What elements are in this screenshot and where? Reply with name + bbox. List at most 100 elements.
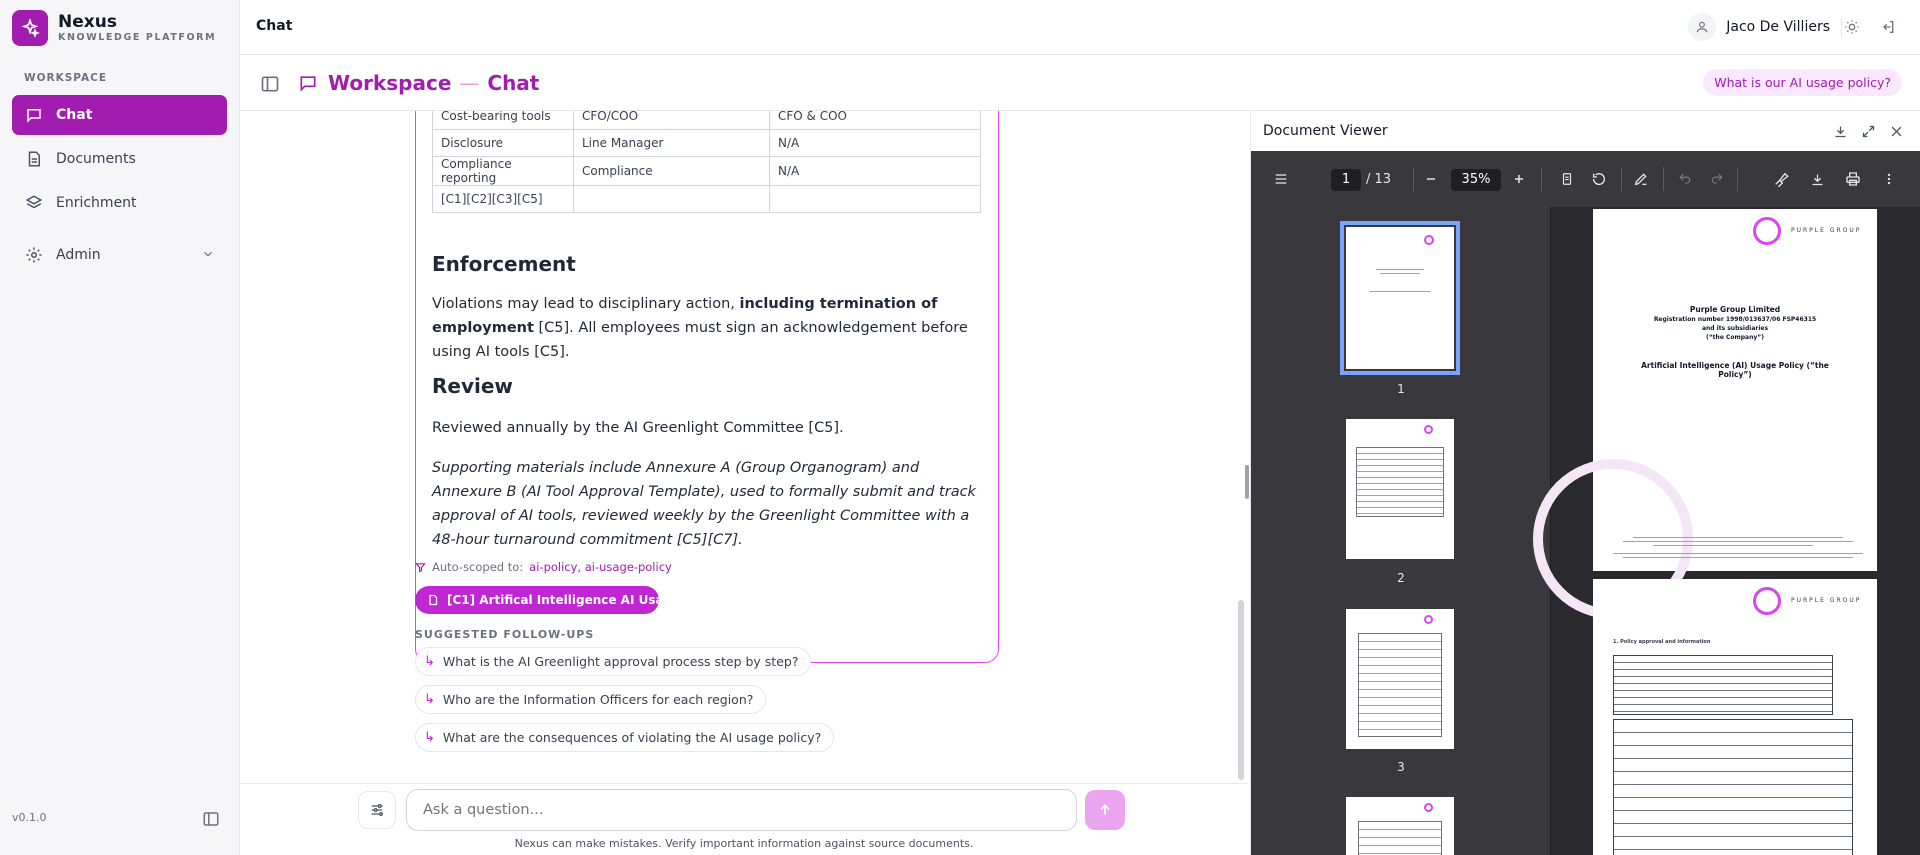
pdf-company-name: Purple Group Limited — [1689, 305, 1781, 314]
thumbnail-label: 2 — [1397, 571, 1405, 585]
followups-label: SUGGESTED FOLLOW-UPS — [415, 628, 595, 641]
panel-toggle-icon[interactable] — [260, 74, 280, 94]
table-cell: Line Manager — [573, 129, 770, 157]
layers-icon — [24, 193, 44, 213]
breadcrumb-workspace[interactable]: Workspace — [328, 71, 451, 95]
question-input[interactable] — [406, 789, 1077, 831]
page-total: / 13 — [1366, 172, 1392, 187]
sidebar-collapse-icon[interactable] — [202, 810, 220, 828]
divider — [1541, 167, 1542, 191]
logo-wordmark: PURPLE GROUP — [1791, 227, 1862, 234]
disclaimer: Nexus can make mistakes. Verify importan… — [514, 837, 974, 850]
document-viewer: Document Viewer 1 / 13 35% 1 2 3 PURPLE … — [1250, 111, 1920, 855]
followup-question[interactable]: ↳ Who are the Information Officers for e… — [415, 685, 767, 714]
undo-icon[interactable] — [1675, 169, 1695, 189]
purple-group-logo-icon — [1753, 217, 1781, 245]
page-fit-icon[interactable] — [1557, 169, 1577, 189]
more-vertical-icon[interactable] — [1879, 169, 1899, 189]
chat-scrollbar[interactable] — [1238, 600, 1244, 780]
close-icon[interactable] — [1887, 122, 1905, 140]
table-row: [C1][C2][C3][C5] — [432, 185, 981, 213]
purple-group-logo-icon — [1753, 587, 1781, 615]
arrow-up-icon — [1097, 802, 1113, 818]
sidebar-item-chat[interactable]: Chat — [12, 95, 227, 135]
thumbnail-label: 3 — [1397, 760, 1405, 774]
zoom-out-icon[interactable] — [1421, 169, 1441, 189]
followup-label: Who are the Information Officers for eac… — [442, 692, 754, 707]
sidebar-item-label: Enrichment — [56, 195, 137, 211]
chat-messages: Cost-bearing tools CFO/COO CFO & COO Dis… — [240, 111, 1248, 783]
page-thumbnail[interactable] — [1346, 609, 1454, 749]
draw-icon[interactable] — [1631, 169, 1651, 189]
download-icon[interactable] — [1807, 169, 1827, 189]
page-thumbnail[interactable] — [1340, 221, 1460, 375]
table-row: Cost-bearing tools CFO/COO CFO & COO — [432, 111, 981, 130]
text-line — [1623, 541, 1853, 542]
gear-icon — [24, 245, 44, 265]
print-icon[interactable] — [1843, 169, 1863, 189]
sidebar-item-documents[interactable]: Documents — [12, 139, 227, 179]
followup-question[interactable]: ↳ What are the consequences of violating… — [415, 723, 835, 752]
zoom-in-icon[interactable] — [1509, 169, 1529, 189]
followup-question[interactable]: ↳ What is the AI Greenlight approval pro… — [415, 647, 812, 676]
table-cell: CFO & COO — [769, 111, 981, 130]
text-line — [1633, 537, 1843, 538]
table-cell — [769, 185, 981, 213]
text-line — [1370, 291, 1430, 292]
topbar: Chat Jaco De Villiers — [240, 0, 1920, 55]
zoom-level[interactable]: 35% — [1451, 169, 1501, 191]
reply-arrow-icon: ↳ — [424, 730, 435, 745]
logout-icon[interactable] — [1878, 17, 1898, 37]
page-number-input[interactable]: 1 — [1331, 169, 1361, 191]
query-settings-button[interactable] — [358, 791, 396, 829]
sidebar-item-admin[interactable]: Admin — [12, 235, 227, 275]
redo-icon[interactable] — [1707, 169, 1727, 189]
theme-toggle-sun-icon[interactable] — [1842, 17, 1862, 37]
page-thumbnail[interactable] — [1346, 419, 1454, 559]
text-line — [1623, 557, 1853, 558]
user-icon — [1688, 13, 1717, 41]
auto-scope: Auto-scoped to: ai-policy, ai-usage-poli… — [415, 560, 672, 574]
pdf-policy-title: Artificial Intelligence (AI) Usage Polic… — [1641, 361, 1829, 379]
table-cell: CFO/COO — [573, 111, 770, 130]
pdf-page: PURPLE GROUP Purple Group Limited Regist… — [1533, 209, 1877, 619]
expand-icon[interactable] — [1859, 122, 1877, 140]
chat-icon — [298, 73, 318, 93]
user-menu[interactable]: Jaco De Villiers — [1688, 13, 1830, 41]
divider — [1413, 167, 1414, 191]
purple-group-logo-icon — [1424, 803, 1433, 812]
source-citation-chip[interactable]: [C1] Artifical Intelligence AI Usa... — [415, 586, 659, 614]
panel-resize-handle[interactable] — [1245, 465, 1249, 499]
text-line — [1380, 273, 1420, 274]
page-thumbnail[interactable] — [1346, 797, 1454, 855]
breadcrumb-separator: — — [459, 71, 480, 95]
sidebar-toggle-icon[interactable] — [1271, 169, 1291, 189]
send-button[interactable] — [1085, 790, 1125, 830]
rotate-icon[interactable] — [1589, 169, 1609, 189]
divider — [1621, 167, 1622, 191]
suggested-question-chip[interactable]: What is our AI usage policy? — [1703, 69, 1902, 96]
pdf-subsidiaries: and its subsidiaries — [1701, 325, 1769, 332]
reply-arrow-icon: ↳ — [424, 654, 435, 669]
pdf-section-heading: 1. Policy approval and information — [1613, 639, 1711, 645]
table-cell: [C1][C2][C3][C5] — [432, 185, 574, 213]
viewer-title: Document Viewer — [1263, 123, 1388, 139]
divider — [1737, 167, 1738, 191]
table-row: Disclosure Line Manager N/A — [432, 129, 981, 157]
brand-subtitle: KNOWLEDGE PLATFORM — [58, 32, 217, 43]
scope-label: Auto-scoped to: — [432, 560, 524, 574]
thumbnail-label: 1 — [1397, 382, 1405, 396]
download-icon[interactable] — [1831, 122, 1849, 140]
table-cell: Disclosure — [432, 129, 574, 157]
breadcrumb: Workspace — Chat — [298, 71, 539, 95]
scope-tags: ai-policy, ai-usage-policy — [529, 560, 672, 574]
table-cell: Compliance reporting — [432, 156, 574, 186]
sidebar-item-enrichment[interactable]: Enrichment — [12, 183, 227, 223]
pdf-body: 1 2 3 PURPLE GROUP Purple Group Limited … — [1251, 207, 1920, 855]
chat-header: Workspace — Chat What is our AI usage po… — [240, 56, 1920, 111]
brand-name: Nexus — [58, 12, 117, 32]
brand[interactable]: Nexus KNOWLEDGE PLATFORM — [12, 10, 216, 46]
text-line — [1376, 269, 1424, 270]
pdf-toolbar: 1 / 13 35% — [1251, 151, 1920, 207]
highlight-icon[interactable] — [1771, 169, 1791, 189]
